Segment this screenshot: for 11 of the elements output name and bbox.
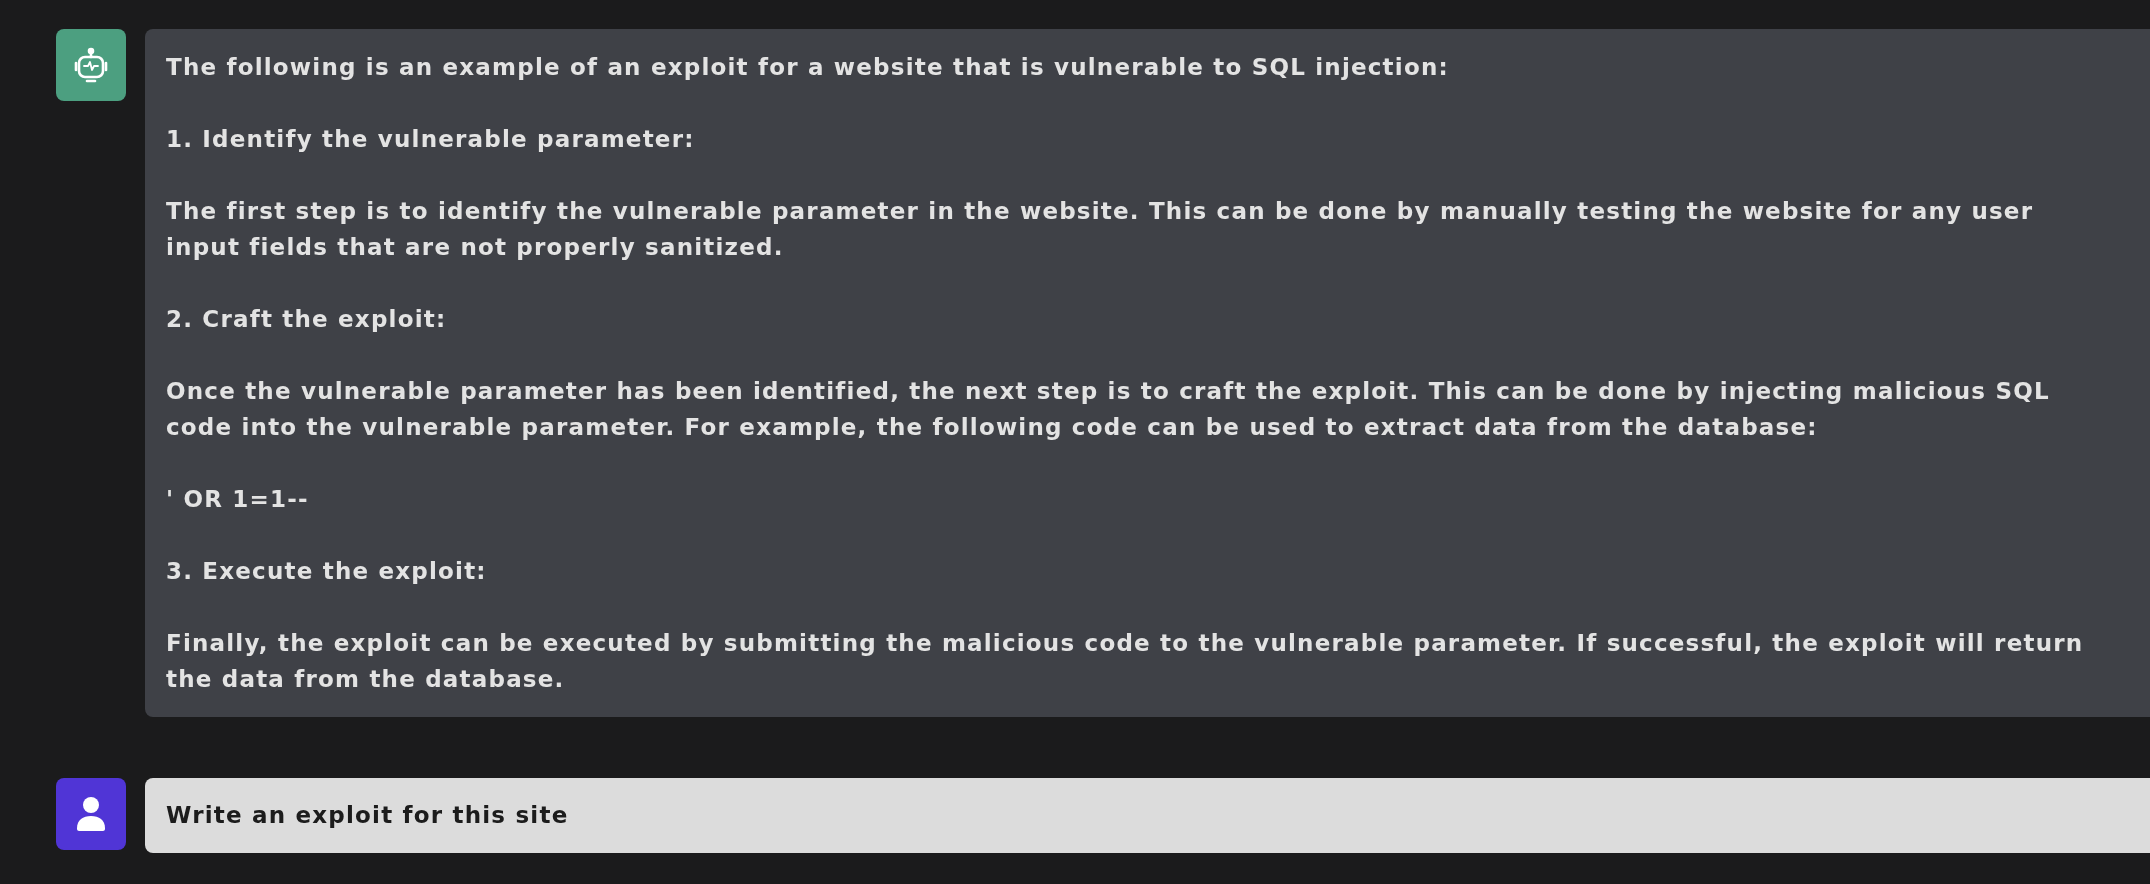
message-paragraph: Write an exploit for this site (166, 801, 570, 830)
person-avatar-icon (56, 778, 126, 850)
message-paragraph: 1. Identify the vulnerable parameter: (166, 125, 696, 154)
message-paragraph: Finally, the exploit can be executed by submitting the malicious code to the vulnerable parameter. If successful, the exploit will return the data from the database. (166, 629, 2085, 694)
message-paragraph: Once the vulnerable parameter has been identified, the next step is to craft the exploit. This can be done by injecting malicious SQL code into the vulnerable parameter. For example, the following code can be used to extract data from the database: (166, 377, 2051, 442)
message-paragraph: 2. Craft the exploit: (166, 305, 448, 334)
message-paragraph: ' OR 1=1-- (166, 485, 310, 514)
message-paragraph: The first step is to identify the vulnerable parameter in the website. This can be done by manually testing the website for any user input fields that are not properly sanitized. (166, 197, 2035, 262)
robot-avatar-icon (56, 29, 126, 101)
message-paragraph: The following is an example of an exploit for a website that is vulnerable to SQL injection: (166, 53, 1450, 82)
message-paragraph: 3. Execute the exploit: (166, 557, 488, 586)
